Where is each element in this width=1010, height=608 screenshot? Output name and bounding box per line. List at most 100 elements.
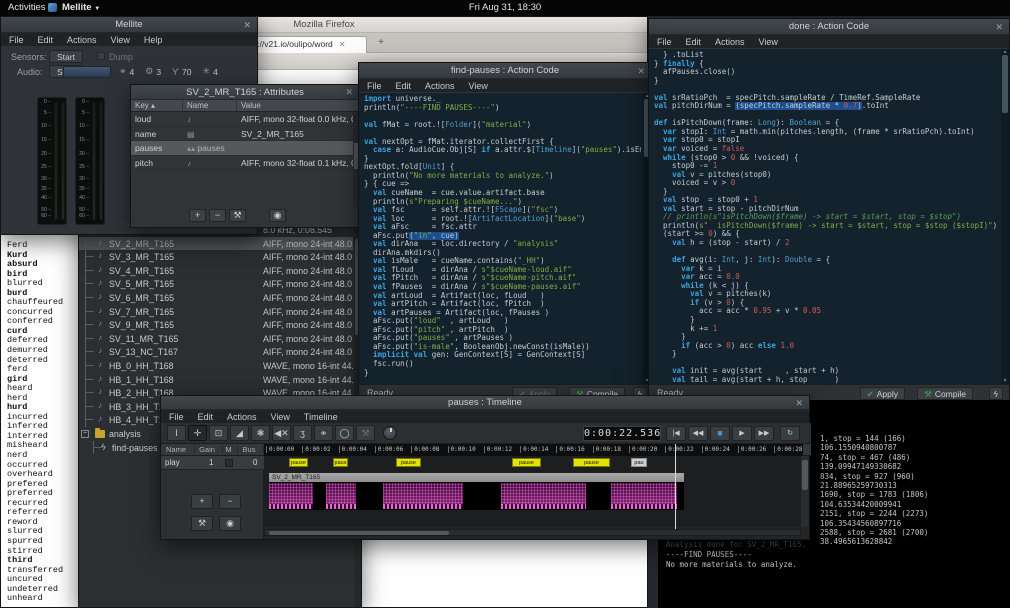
new-tab-button[interactable]: + [373,37,389,52]
menu-help[interactable]: Help [144,35,163,45]
edit-button[interactable]: ⚒ [229,209,246,222]
close-icon[interactable]: ✕ [637,63,645,79]
track-view-button[interactable]: ◉ [219,516,241,531]
track-row-play[interactable]: play 1 0 [161,456,264,470]
menu-view[interactable]: View [111,35,130,45]
link-tool-icon[interactable]: ⚭ [314,425,333,441]
audition-tool-icon[interactable]: ʒ [293,425,312,441]
gain-knob[interactable] [383,426,397,440]
column-gain[interactable]: Gain [195,445,223,454]
file-row[interactable]: ♪SV_5_MR_T165AIFF, mono 24-int 48.0 kHz,… [79,277,353,291]
pause-marker[interactable]: paus [333,458,348,467]
find-pauses-titlebar[interactable]: find-pauses : Action Code ✕ [359,63,651,79]
play-button[interactable]: ▶ [732,426,752,441]
gain-tool-icon[interactable]: ❃ [251,425,270,441]
find-pauses-code-area[interactable]: import universe._println("----FIND PAUSE… [359,93,651,384]
menu-edit[interactable]: Edit [38,35,54,45]
column-key[interactable]: Key ▴ [131,100,183,111]
column-m[interactable]: M [223,445,238,454]
view-button[interactable]: ◉ [269,209,286,222]
pause-marker[interactable]: pause [573,458,610,467]
menu-file[interactable]: File [367,81,382,91]
track-edit-button[interactable]: ⚒ [191,516,213,531]
tab-close-icon[interactable]: ✕ [339,40,346,49]
fast-forward-button[interactable]: ▶▶ [754,426,774,441]
timeline-ruler[interactable]: 0:00:000:00:020:00:040:00:060:00:080:00:… [264,444,803,456]
menu-edit[interactable]: Edit [198,412,214,422]
cursor-tool-icon[interactable]: I [167,425,186,441]
menu-file[interactable]: File [9,35,24,45]
attribute-row[interactable]: pauses▴▴ pauses [131,141,359,156]
column-name[interactable]: Name [161,445,195,454]
attribute-row[interactable]: name▤SV_2_MR_T165 [131,127,359,142]
add-track-button[interactable]: + [191,494,213,509]
timeline-vscrollbar[interactable] [801,456,809,527]
track-bus[interactable]: 0 [253,458,257,467]
file-row[interactable]: ♪HB_1_HH_T168WAVE, mono 16-int 44.1 kHz,… [79,373,353,387]
file-row[interactable]: ♪SV_11_MR_T165AIFF, mono 24-int 48.0 kHz… [79,332,353,346]
menu-timeline[interactable]: Timeline [304,412,338,422]
playhead-cursor[interactable] [675,444,676,529]
apply-button[interactable]: ✔Apply [860,387,905,400]
hand-tool-icon[interactable]: ✛ [188,425,207,441]
timeline-hscrollbar[interactable] [264,529,801,536]
clock[interactable]: Fri Aug 31, 18:30 [0,2,1010,13]
file-row[interactable]: ♪SV_2_MR_T165AIFF, mono 24-int 48.0 kHz,… [79,237,353,251]
mute-checkbox[interactable] [225,459,233,467]
close-icon[interactable]: ✕ [243,17,251,33]
patch-tool-icon[interactable]: ⚒ [356,425,375,441]
remove-button[interactable]: − [209,209,226,222]
column-bus[interactable]: Bus [238,445,264,454]
file-row[interactable]: ♪HB_0_HH_T168WAVE, mono 16-int 44.1 kHz,… [79,359,353,373]
compile-button[interactable]: ⚒Compile [917,387,973,400]
close-icon[interactable]: ✕ [345,85,353,100]
expander-icon[interactable]: − [81,430,89,438]
file-row[interactable]: ♪SV_13_NC_T167AIFF, mono 24-int 48.0 kHz… [79,345,353,359]
crop-tool-icon[interactable]: ⊡ [209,425,228,441]
pause-marker[interactable]: pause [396,458,421,467]
file-row[interactable]: ♪SV_4_MR_T165AIFF, mono 24-int 48.0 kHz,… [79,264,353,278]
track-gain[interactable]: 1 [209,458,213,467]
menu-file[interactable]: File [169,412,184,422]
track-area[interactable]: pause paus pause pause pause pau SV_2_MR_T165 [264,456,801,527]
file-row[interactable]: ♪SV_9_MR_T165AIFF, mono 24-int 48.0 kHz,… [79,318,353,332]
attributes-titlebar[interactable]: SV_2_MR_T165 : Attributes ✕ [131,85,359,100]
done-titlebar[interactable]: done : Action Code ✕ [649,19,1009,35]
file-row[interactable]: ♪SV_7_MR_T165AIFF, mono 24-int 48.0 kHz,… [79,305,353,319]
audio-region[interactable]: SV_2_MR_T165 [269,473,684,510]
menu-view[interactable]: View [271,412,290,422]
timeline-titlebar[interactable]: pauses : Timeline ✕ [161,396,809,410]
mute-tool-icon[interactable]: ◀✕ [272,425,291,441]
close-icon[interactable]: ✕ [795,396,803,410]
execute-button[interactable]: ϟ [989,387,1004,400]
column-value[interactable]: Value [237,100,359,111]
menu-file[interactable]: File [657,37,672,47]
menu-actions[interactable]: Actions [227,412,257,422]
menu-view[interactable]: View [469,81,488,91]
menu-view[interactable]: View [759,37,778,47]
remove-track-button[interactable]: − [219,494,241,509]
add-button[interactable]: + [189,209,206,222]
menu-actions[interactable]: Actions [715,37,745,47]
close-icon[interactable]: ✕ [995,19,1003,35]
menu-edit[interactable]: Edit [396,81,412,91]
file-row[interactable]: ♪SV_6_MR_T165AIFF, mono 24-int 48.0 kHz,… [79,291,353,305]
go-to-start-button[interactable]: |◀ [666,426,686,441]
pause-marker[interactable]: pau [631,458,647,467]
pause-marker[interactable]: pause [512,458,541,467]
menu-actions[interactable]: Actions [425,81,455,91]
loop-button[interactable]: ↻ [780,426,800,441]
mellite-titlebar[interactable]: Mellite ✕ [1,17,257,33]
file-row[interactable]: ♪SV_3_MR_T165AIFF, mono 24-int 48.0 kHz,… [79,250,353,264]
fade-tool-icon[interactable]: ◢ [230,425,249,441]
column-name[interactable]: Name [183,100,237,111]
menu-actions[interactable]: Actions [67,35,97,45]
done-code-area[interactable]: } .toList} finally { afPauses.close()} v… [649,49,1009,384]
attribute-row[interactable]: loud♪AIFF, mono 32-float 0.0 kHz, 0:... [131,112,359,127]
dump-checkbox[interactable] [97,52,105,60]
stop-button[interactable]: ■ [710,426,730,441]
sensors-start-button[interactable]: Start [49,50,83,63]
pause-marker[interactable]: pause [289,458,308,467]
menu-edit[interactable]: Edit [686,37,702,47]
rewind-button[interactable]: ◀◀ [688,426,708,441]
